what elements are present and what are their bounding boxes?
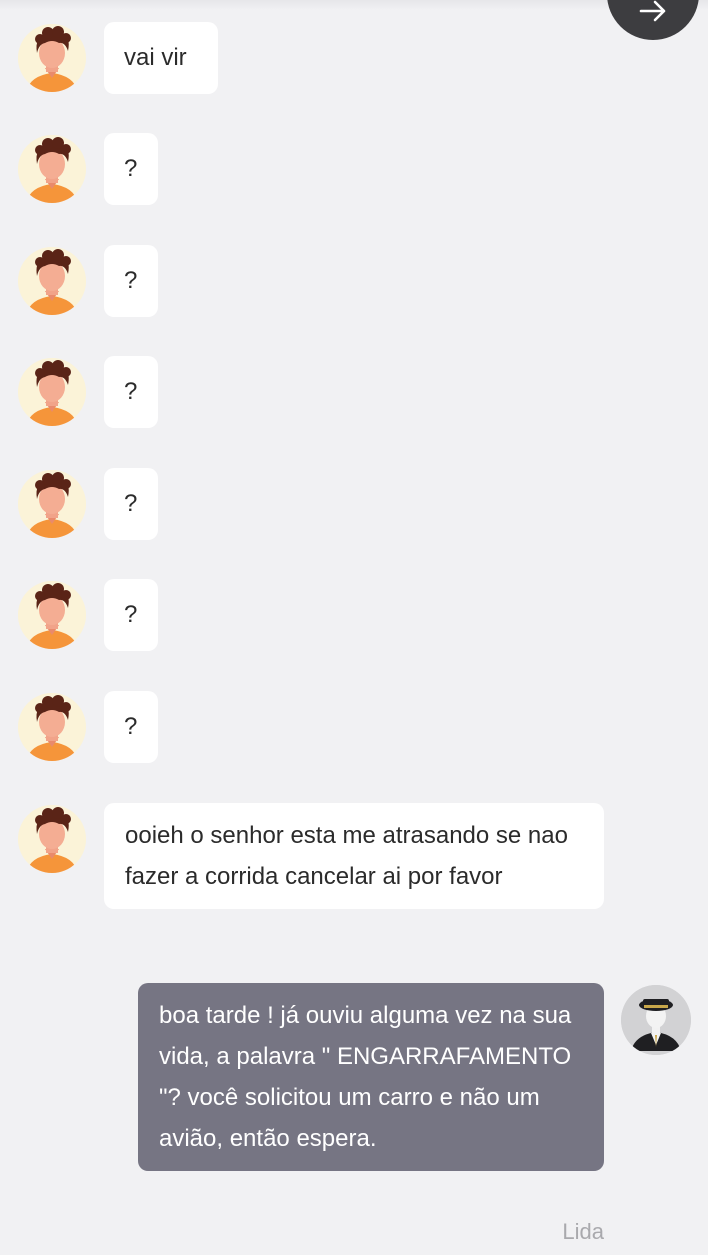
incoming-message-bubble[interactable]: ? [104, 691, 158, 763]
sender-avatar[interactable] [18, 135, 86, 203]
incoming-message-bubble[interactable]: vai vir [104, 22, 218, 94]
arrow-right-icon [639, 0, 666, 22]
header-shadow [0, 0, 708, 10]
outgoing-message-bubble[interactable]: boa tarde ! já ouviu alguma vez na sua v… [138, 983, 604, 1171]
sender-avatar[interactable] [18, 24, 86, 92]
user-avatar-icon [18, 581, 86, 649]
incoming-message-bubble[interactable]: ? [104, 133, 158, 205]
incoming-message-bubble[interactable]: ooieh o senhor esta me atrasando se nao … [104, 803, 604, 909]
user-avatar-icon [18, 693, 86, 761]
forward-button[interactable] [607, 0, 699, 40]
incoming-message-bubble[interactable]: ? [104, 245, 158, 317]
user-avatar-icon [18, 24, 86, 92]
user-avatar-icon [18, 805, 86, 873]
incoming-message-bubble[interactable]: ? [104, 468, 158, 540]
user-avatar-icon [18, 135, 86, 203]
user-avatar-icon [18, 247, 86, 315]
incoming-message-bubble[interactable]: ? [104, 356, 158, 428]
sender-avatar[interactable] [18, 358, 86, 426]
sender-avatar[interactable] [18, 805, 86, 873]
user-avatar-icon [18, 470, 86, 538]
user-avatar-icon [18, 358, 86, 426]
driver-avatar-icon [621, 985, 691, 1055]
incoming-message-bubble[interactable]: ? [104, 579, 158, 651]
driver-avatar[interactable] [621, 985, 691, 1055]
sender-avatar[interactable] [18, 693, 86, 761]
sender-avatar[interactable] [18, 470, 86, 538]
sender-avatar[interactable] [18, 581, 86, 649]
chat-screen: vai vir ? ? ? ? ? ? ooieh o senhor esta … [0, 0, 708, 1255]
sender-avatar[interactable] [18, 247, 86, 315]
read-status: Lida [562, 1219, 604, 1244]
